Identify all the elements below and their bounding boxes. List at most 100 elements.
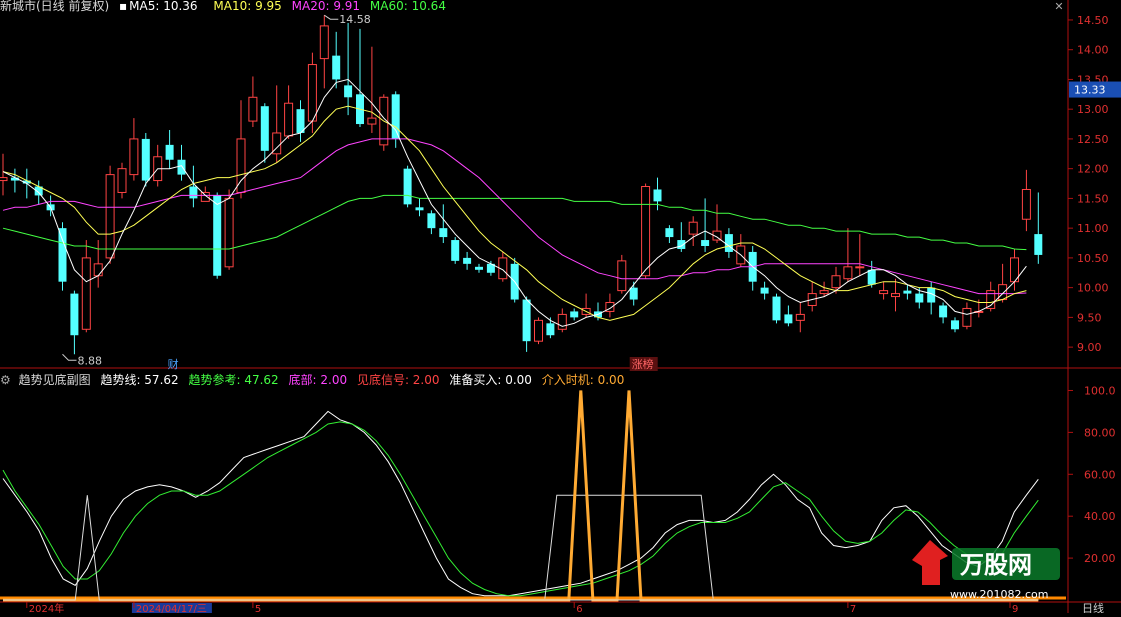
candle-body-up	[641, 186, 651, 277]
ma60-label: MA60: 10.64	[369, 0, 446, 13]
candle-body-down	[189, 186, 198, 199]
bottom-signal-value: 见底信号: 2.00	[356, 373, 440, 387]
candle-body-up	[284, 102, 294, 137]
indicator-legend: ⚙ 趋势见底副图 趋势线: 57.62 趋势参考: 47.62 底部: 2.00…	[0, 372, 630, 388]
trend-ref-value: 趋势参考: 47.62	[188, 373, 279, 387]
candle-body-down	[403, 168, 412, 205]
watermark-brand: 万股网	[960, 551, 1032, 579]
candle-body-down	[344, 85, 353, 98]
candle-body-down	[451, 240, 460, 261]
candle-body-down	[213, 195, 222, 276]
candle-body-up	[0, 177, 8, 182]
candle-body-up	[534, 319, 543, 342]
candle-body-up	[879, 290, 889, 295]
candle-body-up	[105, 174, 115, 259]
candle-body-down	[915, 293, 924, 303]
candle-body-up	[557, 313, 567, 330]
indicator-tick-label: 100.0	[1084, 384, 1116, 397]
candle-body-down	[724, 234, 733, 252]
candle-body-down	[415, 207, 424, 211]
candle-body-down	[296, 109, 305, 133]
low-annotation-label: 8.88	[78, 354, 103, 367]
candle-body-up	[891, 293, 900, 298]
candle-body-up	[81, 257, 91, 330]
candle-body-up	[129, 138, 139, 176]
ma5-legend: ▪ MA5: 10.36	[119, 0, 204, 13]
candle-body-down	[760, 287, 769, 294]
candle-body-down	[475, 266, 483, 270]
event-marker-label: 财	[168, 357, 179, 371]
event-marker-label: 涨榜	[632, 357, 654, 371]
candle-body-up	[843, 266, 853, 280]
chart-background	[0, 0, 1121, 613]
indicator-tick-label: 60.00	[1084, 468, 1116, 481]
current-price-label: 13.33	[1074, 84, 1106, 97]
price-tick-label: 11.50	[1077, 192, 1109, 205]
price-tick-label: 12.50	[1077, 133, 1109, 146]
ma20-label: MA20: 9.91	[291, 0, 361, 13]
candle-body-up	[117, 168, 127, 193]
price-tick-label: 13.00	[1077, 103, 1109, 116]
ma5-swatch-icon: ▪	[119, 0, 128, 13]
chart-canvas[interactable]: 14.5014.0013.5013.0012.5012.0011.5011.00…	[0, 0, 1121, 615]
candle-body-down	[58, 228, 67, 282]
candle-body-down	[427, 213, 436, 229]
candle-body-up	[819, 290, 829, 295]
indicator-title[interactable]: 趋势见底副图	[19, 373, 91, 387]
period-label: 日线	[1082, 601, 1104, 613]
date-label: 9	[1012, 604, 1018, 613]
candle-body-down	[653, 189, 662, 202]
candle-body-up	[962, 307, 972, 327]
price-tick-label: 14.50	[1077, 14, 1109, 27]
candle-body-down	[939, 305, 948, 318]
candle-body-up	[1021, 188, 1031, 220]
candle-body-down	[665, 228, 674, 238]
close-icon[interactable]: ✕	[1051, 0, 1067, 14]
prepare-buy-value: 准备买入: 0.00	[449, 373, 532, 387]
trend-line-value: 趋势线: 57.62	[100, 373, 179, 387]
candle-body-up	[248, 96, 258, 122]
date-label: 2024年	[29, 602, 64, 613]
candle-body-down	[391, 94, 400, 139]
date-label: 6	[576, 604, 582, 613]
indicator-menu-icon[interactable]: ⚙	[0, 373, 11, 387]
price-tick-label: 14.00	[1077, 44, 1109, 57]
candle-body-down	[701, 240, 710, 246]
ma10-label: MA10: 9.95	[213, 0, 282, 13]
candle-body-down	[903, 290, 912, 294]
indicator-tick-label: 80.00	[1084, 426, 1116, 439]
candle-body-up	[998, 284, 1008, 301]
candle-body-down	[463, 257, 472, 264]
stock-name-label[interactable]: 新城市(日线 前复权)	[0, 0, 109, 13]
kline-chart-window[interactable]: 14.50 14.00 13.50 13.00 12.50 12.00 11.50 11.00…	[0, 0, 1121, 615]
candle-body-down	[629, 287, 638, 300]
candle-body-down	[546, 323, 555, 336]
price-tick-label: 11.00	[1077, 222, 1109, 235]
candle-body-down	[570, 311, 579, 318]
candle-body-up	[224, 197, 234, 268]
price-tick-label: 12.00	[1077, 163, 1109, 176]
candle-body-up	[93, 263, 103, 277]
candle-body-up	[855, 266, 865, 269]
price-tick-label: 9.50	[1077, 311, 1102, 324]
candle-body-down	[177, 159, 186, 175]
candle-body-up	[617, 260, 627, 292]
bottom-value: 底部: 2.00	[288, 373, 348, 387]
price-tick-label: 9.00	[1077, 341, 1102, 354]
candle-body-up	[795, 313, 805, 321]
candle-body-up	[831, 275, 841, 289]
candle-body-down	[70, 293, 79, 336]
candle-body-up	[688, 221, 698, 235]
price-tick-label: 10.00	[1077, 282, 1109, 295]
candle-body-down	[332, 55, 341, 80]
candle-body-up	[307, 64, 317, 122]
candle-body-down	[260, 106, 269, 151]
candle-body-down	[1034, 234, 1043, 255]
indicator-tick-label: 40.00	[1084, 510, 1116, 523]
candle-body-down	[141, 138, 150, 181]
date-label: 7	[850, 604, 856, 613]
candle-body-down	[165, 144, 174, 160]
candle-body-down	[867, 269, 876, 285]
entry-time-value: 介入时机: 0.00	[541, 373, 625, 387]
main-legend: 新城市(日线 前复权) ▪ MA5: 10.36 MA10: 9.95 MA20:…	[0, 0, 452, 14]
